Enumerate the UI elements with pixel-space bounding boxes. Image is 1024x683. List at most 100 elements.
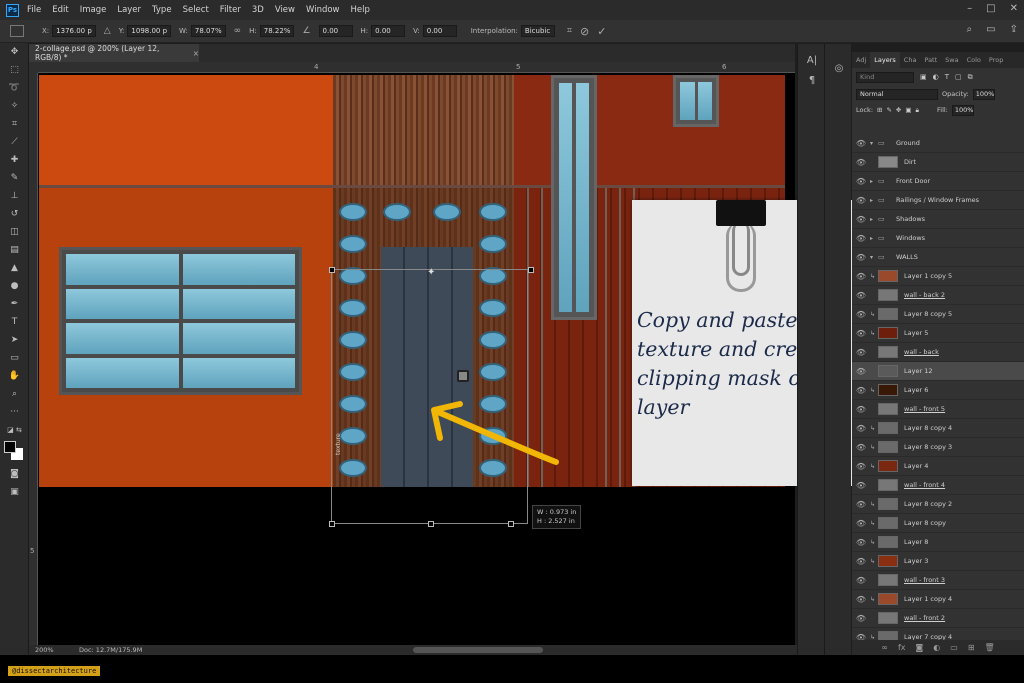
zoom-tool-icon[interactable]: ⌕ — [0, 385, 29, 403]
type-tool-icon[interactable]: T — [0, 313, 29, 331]
rotation-input[interactable]: 0.00 — [318, 25, 353, 37]
layer-row[interactable]: 👁︎ ↳ Layer 8 copy 4 — [852, 419, 1024, 438]
visibility-eye-icon[interactable]: 👁︎ — [852, 177, 870, 186]
layer-thumbnail[interactable] — [878, 270, 898, 282]
y-input[interactable]: 1098.00 p — [127, 25, 172, 37]
default-colors-icon[interactable]: ◪ ⇆ — [0, 421, 29, 439]
layer-name[interactable]: Shadows — [896, 215, 925, 223]
layer-group-row[interactable]: 👁︎ ▾ ▭ WALLS — [852, 248, 1024, 267]
layer-name[interactable]: Ground — [896, 139, 920, 147]
layer-row[interactable]: 👁︎ wall - back — [852, 343, 1024, 362]
opacity-input[interactable]: 100% — [972, 88, 995, 100]
panel-tab-layers[interactable]: Layers — [870, 52, 900, 68]
layer-name[interactable]: wall - front 3 — [904, 576, 945, 584]
history-brush-icon[interactable]: ↺ — [0, 205, 29, 223]
menu-file[interactable]: File — [27, 5, 41, 15]
transform-handle[interactable] — [329, 521, 335, 527]
layer-thumbnail[interactable] — [878, 365, 898, 377]
new-group-icon[interactable]: ▭ — [950, 643, 958, 652]
stamp-tool-icon[interactable]: ⊥ — [0, 187, 29, 205]
layer-row[interactable]: 👁︎ ↳ Layer 3 — [852, 552, 1024, 571]
visibility-eye-icon[interactable]: 👁︎ — [852, 462, 870, 471]
filter-adjust-icon[interactable]: ◐ — [933, 73, 939, 81]
visibility-eye-icon[interactable]: 👁︎ — [852, 310, 870, 319]
menu-view[interactable]: View — [275, 5, 295, 15]
layer-name[interactable]: Dirt — [904, 158, 916, 166]
layer-name[interactable]: Layer 6 — [904, 386, 928, 394]
libraries-icon[interactable]: ◎ — [825, 58, 853, 78]
transform-reference-icon[interactable] — [10, 25, 24, 37]
width-input[interactable]: 78.07% — [190, 25, 226, 37]
link-delta-icon[interactable]: △ — [104, 26, 111, 36]
commit-transform-icon[interactable]: ✓ — [597, 25, 606, 38]
layer-name[interactable]: wall - back 2 — [904, 291, 945, 299]
layer-thumbnail[interactable] — [878, 593, 898, 605]
expand-arrow-down-icon[interactable]: ▾ — [870, 254, 878, 261]
menu-edit[interactable]: Edit — [52, 5, 68, 15]
layer-thumbnail[interactable] — [878, 498, 898, 510]
layer-name[interactable]: Layer 8 copy — [904, 519, 946, 527]
layer-row[interactable]: 👁︎ ↳ Layer 8 copy — [852, 514, 1024, 533]
expand-arrow-down-icon[interactable]: ▾ — [870, 140, 878, 147]
h-skew-input[interactable]: 0.00 — [371, 25, 406, 37]
layer-row[interactable]: 👁︎ ↳ Layer 8 copy 5 — [852, 305, 1024, 324]
layer-row[interactable]: 👁︎ wall - front 5 — [852, 400, 1024, 419]
cancel-transform-icon[interactable]: ⊘ — [580, 25, 589, 38]
layer-thumbnail[interactable] — [878, 612, 898, 624]
zoom-level[interactable]: 200% — [29, 646, 79, 654]
visibility-eye-icon[interactable]: 👁︎ — [852, 234, 870, 243]
layer-thumbnail[interactable] — [878, 403, 898, 415]
layer-row[interactable]: 👁︎ ↳ Layer 1 copy 4 — [852, 590, 1024, 609]
visibility-eye-icon[interactable]: 👁︎ — [852, 614, 870, 623]
warp-icon[interactable]: ⌗ — [567, 26, 572, 36]
transform-bounding-box[interactable] — [329, 267, 534, 527]
lock-artboard-icon[interactable]: ▣ — [905, 106, 911, 114]
layer-name[interactable]: wall - back — [904, 348, 939, 356]
menu-image[interactable]: Image — [80, 5, 107, 15]
link-icon[interactable]: ∞ — [234, 26, 242, 36]
panel-tab-patt[interactable]: Patt — [920, 56, 941, 64]
rotation-field[interactable]: 0.00 — [318, 25, 353, 37]
layer-thumbnail[interactable] — [878, 346, 898, 358]
layer-row[interactable]: 👁︎ wall - front 3 — [852, 571, 1024, 590]
layer-thumbnail[interactable] — [878, 327, 898, 339]
search-icon[interactable]: ⌕ — [967, 24, 973, 35]
layer-name[interactable]: wall - front 5 — [904, 405, 945, 413]
lock-all-icon[interactable]: 🔒︎ — [916, 106, 919, 115]
maximize-icon[interactable]: □ — [986, 3, 995, 14]
layer-name[interactable]: Layer 8 copy 3 — [904, 443, 952, 451]
visibility-eye-icon[interactable]: 👁︎ — [852, 329, 870, 338]
v-skew-field[interactable]: V: 0.00 — [413, 25, 457, 37]
layer-name[interactable]: wall - front 2 — [904, 614, 945, 622]
visibility-eye-icon[interactable]: 👁︎ — [852, 405, 870, 414]
panel-tab-swa[interactable]: Swa — [941, 56, 962, 64]
layer-row[interactable]: 👁︎ ↳ Layer 8 copy 3 — [852, 438, 1024, 457]
layer-thumbnail[interactable] — [878, 422, 898, 434]
delete-layer-icon[interactable]: 🗑︎ — [985, 643, 995, 652]
move-tool-icon[interactable]: ✥ — [0, 43, 29, 61]
layer-thumbnail[interactable] — [878, 574, 898, 586]
menu-3d[interactable]: 3D — [252, 5, 264, 15]
menu-select[interactable]: Select — [183, 5, 209, 15]
layer-row[interactable]: 👁︎ ↳ Layer 4 — [852, 457, 1024, 476]
layer-row[interactable]: 👁︎ wall - front 2 — [852, 609, 1024, 628]
visibility-eye-icon[interactable]: 👁︎ — [852, 291, 870, 300]
visibility-eye-icon[interactable]: 👁︎ — [852, 443, 870, 452]
visibility-eye-icon[interactable]: 👁︎ — [852, 424, 870, 433]
layer-name[interactable]: WALLS — [896, 253, 918, 261]
layer-row[interactable]: 👁︎ Dirt — [852, 153, 1024, 172]
visibility-eye-icon[interactable]: 👁︎ — [852, 519, 870, 528]
v-skew-input[interactable]: 0.00 — [422, 25, 457, 37]
menu-filter[interactable]: Filter — [220, 5, 241, 15]
visibility-eye-icon[interactable]: 👁︎ — [852, 538, 870, 547]
interpolation-field[interactable]: Interpolation: Bicubic — [471, 25, 555, 37]
new-layer-icon[interactable]: ⊞ — [968, 643, 975, 652]
menu-window[interactable]: Window — [306, 5, 340, 15]
visibility-eye-icon[interactable]: 👁︎ — [852, 386, 870, 395]
layer-name[interactable]: Layer 12 — [904, 367, 932, 375]
layer-thumbnail[interactable] — [878, 536, 898, 548]
horizontal-ruler[interactable]: 4 5 6 — [38, 62, 795, 73]
layer-name[interactable]: Layer 8 copy 2 — [904, 500, 952, 508]
layer-row[interactable]: 👁︎ ↳ Layer 8 copy 2 — [852, 495, 1024, 514]
share-icon[interactable]: ⇪ — [1010, 24, 1018, 35]
